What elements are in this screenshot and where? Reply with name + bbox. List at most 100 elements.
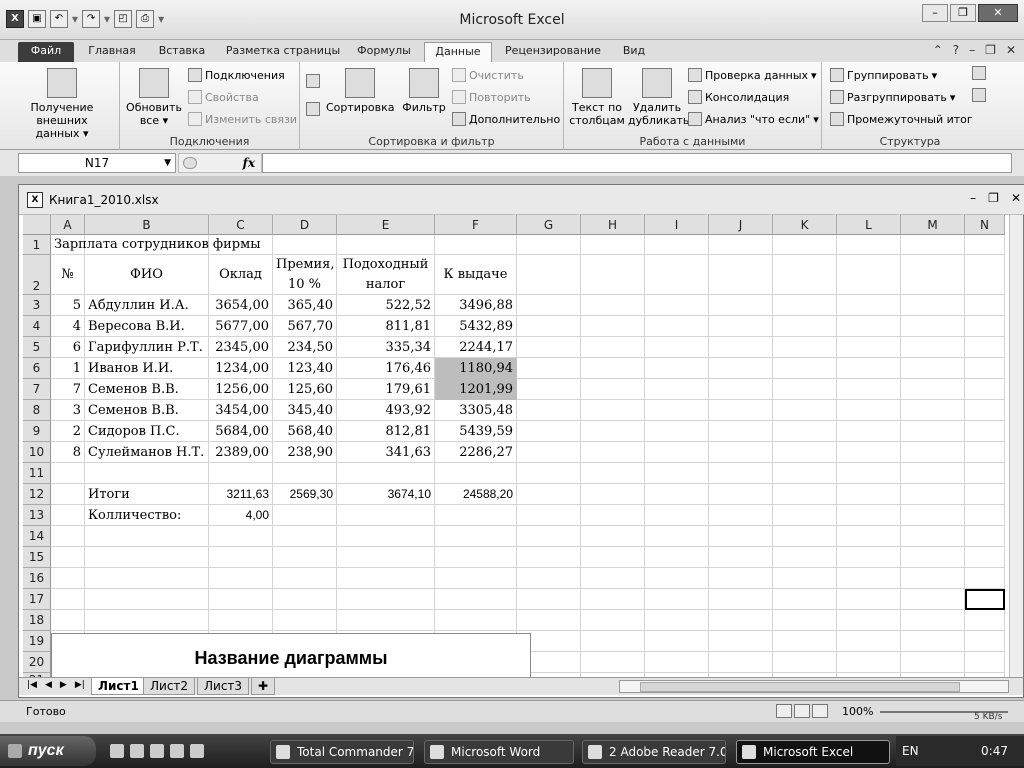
cell[interactable] <box>85 568 209 589</box>
cell[interactable] <box>581 421 645 442</box>
cell-value[interactable]: Абдуллин И.А. <box>85 295 209 316</box>
cell[interactable] <box>517 358 581 379</box>
cell-value[interactable]: 2569,30 <box>273 484 337 505</box>
start-button[interactable]: пуск <box>0 736 96 766</box>
cell[interactable] <box>837 235 901 255</box>
column-header[interactable]: M <box>901 215 965 235</box>
cell[interactable] <box>645 610 709 631</box>
remove-duplicates-button[interactable]: Удалить дубликаты <box>628 68 692 127</box>
close-icon[interactable]: ✕ <box>1011 191 1021 205</box>
cell[interactable] <box>85 589 209 610</box>
minimize-icon[interactable]: – <box>970 191 976 205</box>
cell[interactable] <box>337 463 435 484</box>
advanced-button[interactable]: Дополнительно <box>452 112 560 126</box>
cell[interactable] <box>837 358 901 379</box>
row-header[interactable]: 16 <box>23 568 51 589</box>
row-header[interactable]: 11 <box>23 463 51 484</box>
cell[interactable] <box>435 547 517 568</box>
cell[interactable] <box>51 547 85 568</box>
cell-value[interactable]: 5439,59 <box>435 421 517 442</box>
cell[interactable] <box>709 358 773 379</box>
cell[interactable] <box>837 547 901 568</box>
cell-value[interactable]: 3674,10 <box>337 484 435 505</box>
row-header[interactable]: 19 <box>23 631 51 652</box>
cell-value[interactable]: 234,50 <box>273 337 337 358</box>
cell[interactable] <box>837 295 901 316</box>
cell-value[interactable]: Оклад <box>209 255 273 295</box>
cell[interactable] <box>901 547 965 568</box>
cell[interactable] <box>901 526 965 547</box>
connections-button[interactable]: Подключения <box>188 68 285 82</box>
cell[interactable] <box>901 421 965 442</box>
column-header[interactable]: L <box>837 215 901 235</box>
cell[interactable] <box>209 589 273 610</box>
cell[interactable] <box>965 337 1005 358</box>
cell[interactable] <box>901 337 965 358</box>
minimize-ribbon-icon[interactable]: ⌃ <box>933 43 943 57</box>
cell-value[interactable]: 4,00 <box>209 505 273 526</box>
cell-value[interactable]: Зарплата сотрудников фирмы <box>51 235 451 255</box>
cell-value[interactable]: 3654,00 <box>209 295 273 316</box>
cell-value[interactable]: 335,34 <box>337 337 435 358</box>
properties-button[interactable]: Свойства <box>188 90 259 104</box>
normal-view-icon[interactable] <box>776 704 792 718</box>
row-header[interactable]: 6 <box>23 358 51 379</box>
cell[interactable] <box>709 255 773 295</box>
cell[interactable] <box>901 442 965 463</box>
help-icon[interactable]: ? <box>953 43 959 57</box>
cell-value[interactable]: 1256,00 <box>209 379 273 400</box>
cell[interactable] <box>85 547 209 568</box>
cell[interactable] <box>901 631 965 652</box>
cell-value[interactable]: 5 <box>51 295 85 316</box>
cell-value[interactable]: 493,92 <box>337 400 435 421</box>
row-header[interactable]: 1 <box>23 235 51 255</box>
cell-value[interactable]: Вересова В.И. <box>85 316 209 337</box>
cell[interactable] <box>773 484 837 505</box>
cell[interactable] <box>645 484 709 505</box>
cell[interactable] <box>517 442 581 463</box>
cell[interactable] <box>209 568 273 589</box>
cell[interactable] <box>517 421 581 442</box>
row-header[interactable]: 8 <box>23 400 51 421</box>
cell-value[interactable]: 238,90 <box>273 442 337 463</box>
cell[interactable] <box>273 526 337 547</box>
cell[interactable] <box>837 526 901 547</box>
cell[interactable] <box>645 547 709 568</box>
row-header[interactable]: 9 <box>23 421 51 442</box>
chevron-down-icon[interactable]: ▼ <box>164 154 171 172</box>
refresh-all-button[interactable]: Обновить все ▾ <box>124 68 184 127</box>
cell-value[interactable]: налог <box>337 275 435 295</box>
cell[interactable] <box>965 568 1005 589</box>
cell[interactable] <box>581 358 645 379</box>
column-header[interactable]: N <box>965 215 1005 235</box>
cell[interactable] <box>337 526 435 547</box>
last-sheet-icon[interactable]: ▶| <box>75 680 85 690</box>
row-header[interactable]: 14 <box>23 526 51 547</box>
cell[interactable] <box>51 526 85 547</box>
cell-value[interactable]: 2345,00 <box>209 337 273 358</box>
cell[interactable] <box>435 589 517 610</box>
cell-value[interactable]: № <box>51 255 85 295</box>
row-header[interactable]: 13 <box>23 505 51 526</box>
cell[interactable] <box>901 235 965 255</box>
text-to-columns-button[interactable]: Текст по столбцам <box>568 68 626 127</box>
cell-value[interactable]: 8 <box>51 442 85 463</box>
cell[interactable] <box>837 631 901 652</box>
subtotal-button[interactable]: Промежуточный итог <box>830 112 973 126</box>
cell[interactable] <box>901 316 965 337</box>
cell-value[interactable]: Колличество: <box>85 505 209 526</box>
cell[interactable] <box>773 442 837 463</box>
cell[interactable] <box>645 358 709 379</box>
name-box[interactable]: N17 ▼ <box>18 153 176 173</box>
cell[interactable] <box>51 463 85 484</box>
cell[interactable] <box>837 421 901 442</box>
cell[interactable] <box>209 547 273 568</box>
ungroup-button[interactable]: Разгруппировать ▾ <box>830 90 955 104</box>
cell[interactable] <box>273 547 337 568</box>
language-indicator[interactable]: EN <box>902 744 919 758</box>
page-layout-view-icon[interactable] <box>794 704 810 718</box>
cell[interactable] <box>517 337 581 358</box>
cell[interactable] <box>773 358 837 379</box>
cell[interactable] <box>209 463 273 484</box>
taskbar-item-excel[interactable]: Microsoft Excel <box>736 740 890 764</box>
